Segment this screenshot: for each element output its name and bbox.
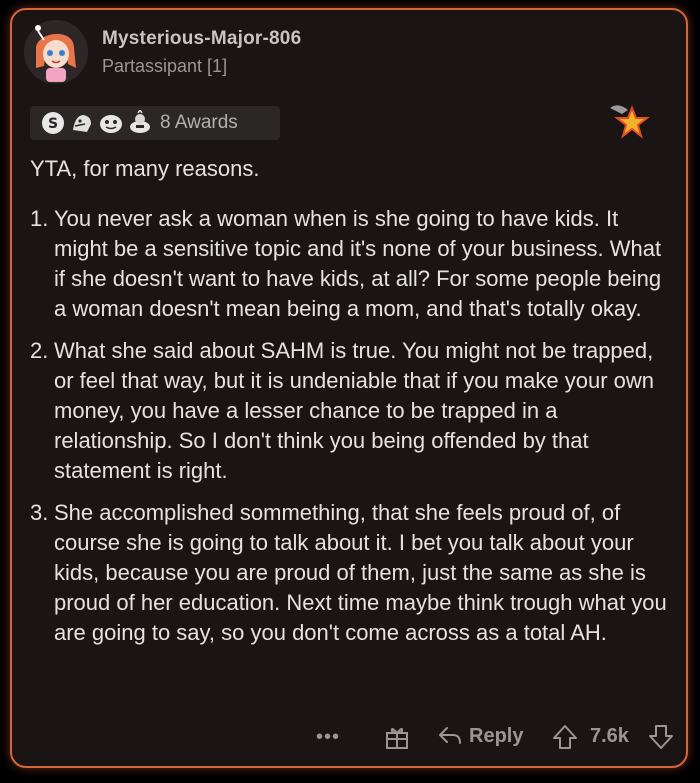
awards-bar[interactable]: S 8 Awards (30, 106, 280, 140)
user-flair: Partassipant [1] (102, 55, 228, 76)
vote-score: 7.6k (590, 725, 629, 747)
wholesome-award-icon (73, 115, 91, 132)
list-item: 3. She accomplished sommething, that she… (30, 498, 678, 648)
star-badge-icon (610, 105, 650, 139)
awards-count: 8 Awards (160, 112, 238, 133)
silver-award-icon: S (42, 112, 64, 134)
downvote-arrow-icon[interactable] (648, 724, 674, 750)
list-item-number: 1. (30, 206, 49, 231)
list-item-number: 2. (30, 338, 49, 363)
avatar-illustration-icon (24, 20, 88, 84)
comment-header: Mysterious-Major-806 Partassipant [1] (24, 20, 301, 84)
more-options-button[interactable]: ••• (316, 726, 340, 749)
reply-button[interactable]: Reply (437, 724, 523, 748)
numbered-list: 1. You never ask a woman when is she goi… (30, 204, 678, 648)
author-meta: Mysterious-Major-806 Partassipant [1] (102, 28, 301, 77)
avatar[interactable] (24, 20, 88, 84)
svg-text:S: S (48, 116, 58, 132)
upvote-arrow-icon[interactable] (552, 724, 578, 750)
username[interactable]: Mysterious-Major-806 (102, 28, 301, 50)
reply-label: Reply (469, 724, 524, 747)
helpful-award-icon (100, 115, 122, 133)
list-item-number: 3. (30, 500, 49, 525)
comment-card: Mysterious-Major-806 Partassipant [1] S … (10, 8, 688, 768)
comment-body: YTA, for many reasons. 1. You never ask … (30, 154, 678, 660)
gift-award-icon[interactable] (384, 724, 410, 750)
list-item-text: You never ask a woman when is she going … (54, 206, 662, 321)
reply-arrow-icon (439, 727, 461, 744)
comment-actions: ••• Reply 7.6k (12, 724, 686, 754)
comment-intro: YTA, for many reasons. (30, 156, 260, 181)
list-item: 2. What she said about SAHM is true. You… (30, 336, 678, 486)
list-item-text: She accomplished sommething, that she fe… (54, 500, 667, 645)
rocket-like-award-icon (130, 110, 150, 133)
list-item: 1. You never ask a woman when is she goi… (30, 204, 678, 324)
list-item-text: What she said about SAHM is true. You mi… (54, 338, 655, 483)
